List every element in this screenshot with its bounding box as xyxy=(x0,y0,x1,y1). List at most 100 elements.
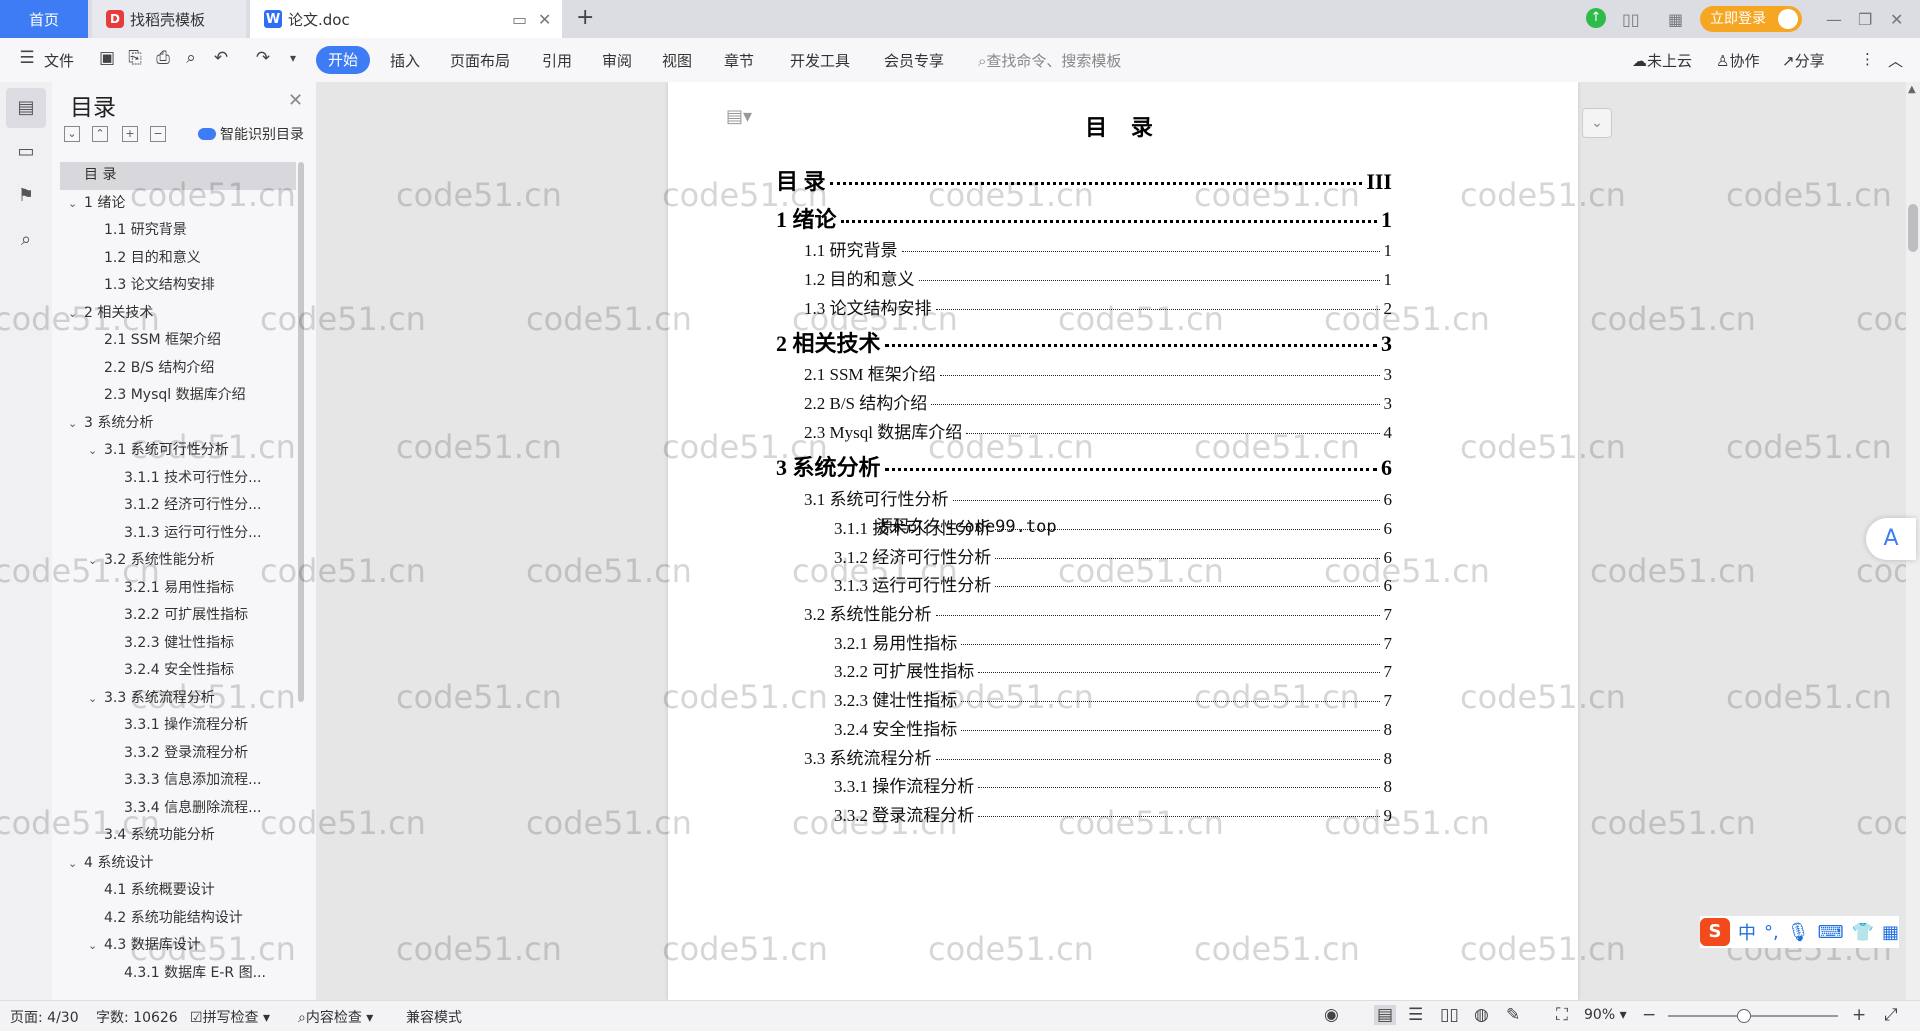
share-button[interactable]: ↗分享 xyxy=(1782,50,1825,71)
more-dropdown-icon[interactable]: ▾ xyxy=(282,47,304,69)
scroll-thumb[interactable] xyxy=(1908,204,1918,252)
expand-all-icon[interactable]: + xyxy=(122,126,138,142)
toc-panel-icon[interactable]: ▤ xyxy=(14,96,38,120)
command-search[interactable]: ⌕查找命令、搜索模板 xyxy=(978,50,1121,71)
close-icon[interactable]: ✕ xyxy=(288,90,303,111)
toc-tree-item[interactable]: ⌄ 3 系统分析 xyxy=(60,410,296,438)
mic-icon[interactable]: 🎙 xyxy=(1787,922,1810,943)
eye-protection-icon[interactable]: ◉ xyxy=(1324,1005,1339,1025)
bookmark-icon[interactable]: ⚑ xyxy=(14,184,38,208)
zoom-slider[interactable] xyxy=(1668,1015,1838,1017)
outline-view-icon[interactable]: ☰ xyxy=(1408,1005,1423,1025)
toc-tree-item[interactable]: 3.1.2 经济可行性分... xyxy=(60,492,296,520)
toc-entry[interactable]: 1.1 研究背景 1 xyxy=(804,236,1392,261)
toc-tree-item[interactable]: 3.3.2 登录流程分析 xyxy=(60,740,296,768)
chevron-down-icon[interactable]: ⌄ xyxy=(68,300,77,328)
ime-chinese-mode[interactable]: 中 xyxy=(1738,919,1756,945)
toc-tree-item[interactable]: 目 录 xyxy=(60,162,296,190)
tab-chapter[interactable]: 章节 xyxy=(724,50,754,71)
toc-entry[interactable]: 1.2 目的和意义 1 xyxy=(804,265,1392,290)
toc-tree-item[interactable]: 3.4 系统功能分析 xyxy=(60,822,296,850)
tab-start[interactable]: 开始 xyxy=(316,46,370,74)
toc-entry[interactable]: 3.1 系统可行性分析 6 xyxy=(804,485,1392,510)
tab-developer[interactable]: 开发工具 xyxy=(790,50,850,71)
minimize-icon[interactable]: — xyxy=(1826,10,1842,29)
fullscreen-icon[interactable]: ⤢ xyxy=(1884,1005,1898,1025)
toc-tree-item[interactable]: 3.2.4 安全性指标 xyxy=(60,657,296,685)
toc-tree-item[interactable]: 4.1 系统概要设计 xyxy=(60,877,296,905)
toc-tree-item[interactable]: 2.3 Mysql 数据库介绍 xyxy=(60,382,296,410)
folder-icon[interactable]: ▭ xyxy=(14,140,38,164)
toc-tree-item[interactable]: 3.3.4 信息删除流程... xyxy=(60,795,296,823)
toc-entry[interactable]: 3.3.1 操作流程分析 8 xyxy=(834,772,1392,797)
ime-menu-icon[interactable]: ▦ xyxy=(1882,922,1899,943)
toc-entry[interactable]: 2 相关技术 3 xyxy=(776,326,1392,358)
undo-icon[interactable]: ↶ xyxy=(210,47,232,69)
punctuation-icon[interactable]: °, xyxy=(1764,922,1779,943)
collaborate-button[interactable]: ♙协作 xyxy=(1716,50,1759,71)
chevron-down-icon[interactable]: ⌄ xyxy=(68,190,77,218)
tab-document[interactable]: W 论文.doc ▭ ✕ xyxy=(250,0,562,38)
save-icon[interactable]: ▣ xyxy=(96,47,118,69)
toc-entry[interactable]: 1 绪论 1 xyxy=(776,202,1392,234)
collapse-ribbon-icon[interactable]: ︿ xyxy=(1888,50,1903,71)
chevron-down-icon[interactable]: ⌄ xyxy=(88,932,97,960)
preview-icon[interactable]: ⌕ xyxy=(180,47,202,69)
toc-entry[interactable]: 3.1.3 运行可行性分析 6 xyxy=(834,571,1392,596)
toc-tree-item[interactable]: 1.1 研究背景 xyxy=(60,217,296,245)
tab-member[interactable]: 会员专享 xyxy=(884,50,944,71)
pen-icon[interactable]: ✎ xyxy=(1506,1005,1520,1025)
toc-tree-item[interactable]: 4.2 系统功能结构设计 xyxy=(60,905,296,933)
fit-page-icon[interactable]: ⛶ xyxy=(1556,1005,1568,1025)
print-icon[interactable]: ⎙ xyxy=(152,47,174,69)
toc-tree-item[interactable]: ⌄ 1 绪论 xyxy=(60,190,296,218)
spell-check[interactable]: ☑拼写检查 ▾ xyxy=(190,1007,270,1027)
toc-tree-item[interactable]: ⌄ 3.2 系统性能分析 xyxy=(60,547,296,575)
toc-tree-item[interactable]: ⌄ 3.3 系统流程分析 xyxy=(60,685,296,713)
toc-tree-item[interactable]: ⌄ 2 相关技术 xyxy=(60,300,296,328)
toc-entry[interactable]: 3.3 系统流程分析 8 xyxy=(804,744,1392,769)
toc-tree-item[interactable]: ⌄ 3.1 系统可行性分析 xyxy=(60,437,296,465)
ime-toolbar[interactable]: S 中 °, 🎙 ⌨ 👕 ▦ xyxy=(1700,916,1900,948)
redo-icon[interactable]: ↷ xyxy=(252,47,274,69)
zoom-level[interactable]: 90% ▾ xyxy=(1584,1007,1627,1023)
zoom-slider-handle[interactable] xyxy=(1737,1009,1751,1023)
page-view-icon[interactable]: ▤ xyxy=(1374,1005,1397,1025)
export-icon[interactable]: ⎘ xyxy=(124,47,146,69)
tab-insert[interactable]: 插入 xyxy=(390,50,420,71)
restore-icon[interactable]: ❐ xyxy=(1858,10,1872,29)
toc-tree-item[interactable]: 2.2 B/S 结构介绍 xyxy=(60,355,296,383)
toc-entry[interactable]: 3.1.2 经济可行性分析 6 xyxy=(834,543,1392,568)
document-page[interactable]: ▤▾ 目 录 目 录 III 1 绪论 1 1.1 研究背景 1 1.2 目的和意义 1 1.3… xyxy=(668,82,1578,1000)
float-window-icon[interactable]: ▭ xyxy=(512,10,527,29)
toc-entry[interactable]: 3.2 系统性能分析 7 xyxy=(804,600,1392,625)
tab-view[interactable]: 视图 xyxy=(662,50,692,71)
chevron-down-icon[interactable]: ⌄ xyxy=(88,547,97,575)
toc-entry[interactable]: 3.2.1 易用性指标 7 xyxy=(834,629,1392,654)
toc-tree-item[interactable]: 3.2.3 健壮性指标 xyxy=(60,630,296,658)
toc-tree-item[interactable]: 2.1 SSM 框架介绍 xyxy=(60,327,296,355)
toc-scrollbar[interactable] xyxy=(298,162,304,702)
more-options-icon[interactable]: ⋮ xyxy=(1860,50,1875,68)
collapse-all-icon[interactable]: − xyxy=(150,126,166,142)
tab-home[interactable]: 首页 xyxy=(0,0,88,38)
content-check[interactable]: ⌕内容检查 ▾ xyxy=(298,1007,373,1027)
toc-tree-item[interactable]: ⌄ 4.3 数据库设计 xyxy=(60,932,296,960)
word-count[interactable]: 字数: 10626 xyxy=(96,1007,178,1027)
close-tab-icon[interactable]: ✕ xyxy=(538,10,551,29)
toc-entry[interactable]: 目 录 III xyxy=(776,164,1392,196)
toc-tree-item[interactable]: 3.1.1 技术可行性分... xyxy=(60,465,296,493)
menu-icon[interactable]: ☰ xyxy=(16,47,38,69)
toc-entry[interactable]: 3.3.2 登录流程分析 9 xyxy=(834,801,1392,826)
web-view-icon[interactable]: ◍ xyxy=(1474,1005,1489,1025)
toc-tree-item[interactable]: 3.1.3 运行可行性分... xyxy=(60,520,296,548)
toc-entry[interactable]: 2.3 Mysql 数据库介绍 4 xyxy=(804,418,1392,443)
apps-grid-icon[interactable]: ▦ xyxy=(1668,10,1683,29)
toc-entry[interactable]: 3.2.2 可扩展性指标 7 xyxy=(834,657,1392,682)
new-tab-button[interactable]: + xyxy=(576,5,594,30)
toc-entry[interactable]: 3.2.3 健壮性指标 7 xyxy=(834,686,1392,711)
upload-icon[interactable]: ↑ xyxy=(1586,8,1606,28)
page-count[interactable]: 页面: 4/30 xyxy=(10,1007,79,1027)
toc-entry[interactable]: 2.1 SSM 框架介绍 3 xyxy=(804,360,1392,385)
smart-detect-toc-button[interactable]: 智能识别目录 xyxy=(198,124,304,144)
